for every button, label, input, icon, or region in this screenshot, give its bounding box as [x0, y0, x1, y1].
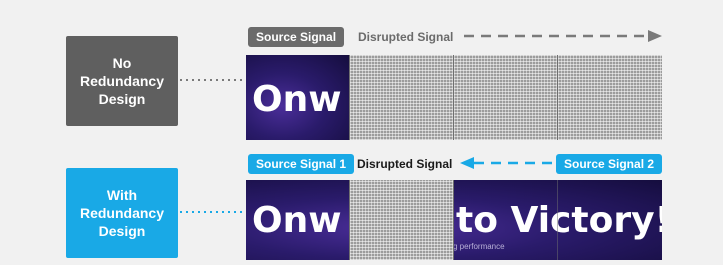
bottom-screen-text-left: Onw: [252, 200, 342, 241]
top-dashed-arrow: [464, 30, 662, 42]
source-signal-pill: Source Signal: [248, 27, 345, 47]
panel-seam-2: [453, 180, 454, 260]
top-disrupted-panel-1: [350, 55, 453, 140]
bottom-dashed-arrow: [460, 157, 554, 169]
source-signal-2-pill: Source Signal 2: [556, 154, 663, 174]
no-redundancy-design-box: No Redundancy Design: [66, 36, 178, 126]
top-disrupted-panel-2: [454, 55, 557, 140]
bottom-screen-subtext: g performance: [453, 242, 505, 251]
top-active-panel: Onw: [246, 55, 349, 140]
top-screen-text: Onw: [252, 79, 342, 120]
bottom-dotted-connector: [180, 211, 242, 213]
with-redundancy-design-box: With Redundancy Design: [66, 168, 178, 258]
top-disrupted-signal-label: Disrupted Signal: [358, 30, 454, 44]
bottom-led-screen: Onw to Victory! g performance: [246, 180, 662, 260]
bottom-screen-text-right: to Victory!: [456, 200, 662, 241]
bottom-disrupted-panel: [350, 180, 453, 260]
panel-seam-1: [349, 180, 350, 260]
top-dotted-connector: [180, 79, 242, 81]
top-disrupted-panel-3: [558, 55, 662, 140]
panel-seam-3: [557, 180, 558, 260]
bottom-disrupted-signal-label: Disrupted Signal: [357, 157, 453, 171]
top-led-screen: Onw: [246, 55, 662, 140]
source-signal-1-pill: Source Signal 1: [248, 154, 355, 174]
